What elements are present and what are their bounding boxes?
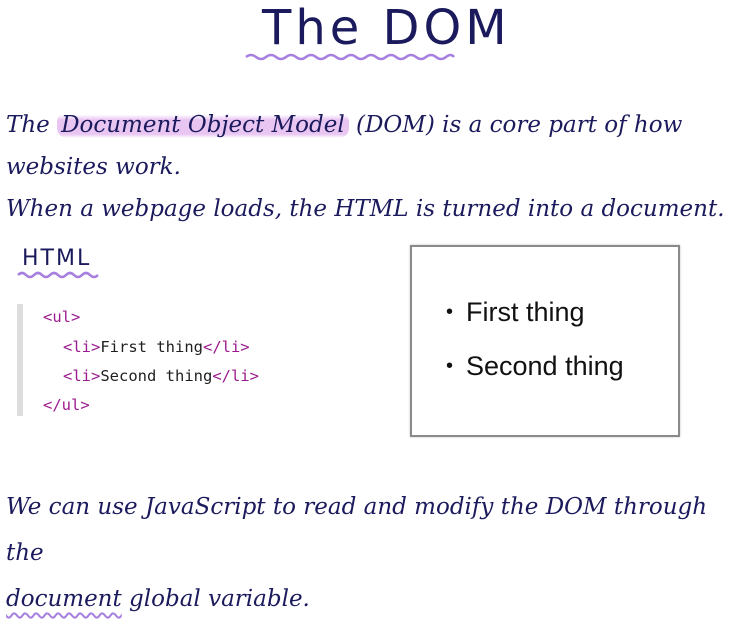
- closing-paragraph: We can use JavaScript to read and modify…: [6, 484, 750, 622]
- closing-text-after: global variable.: [121, 586, 310, 612]
- intro-line-1: The Document Object Model (DOM) is a cor…: [6, 104, 750, 188]
- intro-paragraph: The Document Object Model (DOM) is a cor…: [6, 104, 750, 230]
- closing-line-2: document global variable.: [6, 576, 750, 622]
- highlighted-term: Document Object Model: [57, 112, 349, 138]
- list-item: • Second thing: [446, 349, 624, 403]
- list-item-label: Second thing: [466, 351, 624, 381]
- code-section-label: HTML: [22, 246, 92, 271]
- label-wavy-underline: [17, 271, 99, 279]
- code-text: First thing: [100, 338, 203, 356]
- rendered-preview: • First thing • Second thing: [410, 245, 680, 437]
- code-tag: <li>: [63, 338, 101, 356]
- code-tag: </ul>: [43, 396, 90, 414]
- list-item-label: First thing: [466, 297, 585, 327]
- page-title: The DOM: [262, 0, 511, 56]
- intro-text-before: The: [6, 112, 58, 138]
- closing-line-1: We can use JavaScript to read and modify…: [6, 494, 708, 566]
- document-keyword: document: [6, 586, 122, 612]
- title-wavy-underline: [245, 53, 455, 61]
- bullet-icon: •: [446, 301, 454, 323]
- code-tag: <ul>: [43, 308, 81, 326]
- bullet-icon: •: [446, 355, 454, 377]
- code-block: <ul> <li>First thing</li> <li>Second thi…: [17, 304, 323, 416]
- code-tag: <li>: [63, 367, 101, 385]
- code-tag: </li>: [212, 367, 259, 385]
- code-line: </ul>: [43, 396, 90, 414]
- code-line: <ul>: [43, 308, 80, 326]
- list-item: • First thing: [446, 295, 624, 349]
- intro-line-2: When a webpage loads, the HTML is turned…: [6, 196, 725, 222]
- preview-list: • First thing • Second thing: [446, 295, 624, 403]
- code-line: <li>Second thing</li>: [63, 367, 259, 385]
- code-text: Second thing: [100, 367, 213, 385]
- code-tag: </li>: [202, 338, 250, 356]
- code-line: <li>First thing</li>: [63, 338, 250, 356]
